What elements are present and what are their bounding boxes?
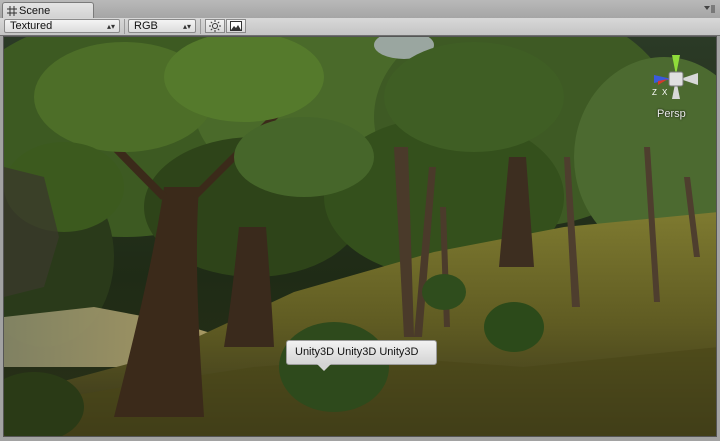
color-mode-value: RGB <box>134 20 158 32</box>
scene-overlay-toggle[interactable] <box>226 19 246 33</box>
object-label-tooltip: Unity3D Unity3D Unity3D <box>286 340 437 371</box>
tab-label: Scene <box>19 4 51 17</box>
tab-bar: Scene <box>0 0 720 19</box>
tooltip-text: Unity3D Unity3D Unity3D <box>295 346 419 358</box>
color-mode-dropdown[interactable]: RGB ▴▾ <box>128 19 196 33</box>
window-menu-icon[interactable] <box>702 3 716 15</box>
render-mode-value: Textured <box>10 20 53 32</box>
toolbar-separator <box>200 19 201 34</box>
axis-gizmo-icon: Z X <box>652 55 698 99</box>
axis-label-x: X <box>662 88 668 97</box>
tooltip-tail <box>317 364 331 371</box>
tab-scene[interactable]: Scene <box>2 2 94 18</box>
dropdown-arrows-icon: ▴▾ <box>182 22 191 31</box>
image-icon <box>230 21 242 31</box>
sun-icon <box>209 20 221 32</box>
scene-grid-icon <box>7 5 17 16</box>
projection-label[interactable]: Persp <box>657 108 686 120</box>
scene-viewport[interactable]: Z X Persp Unity3D Unity3D Unity3D <box>3 36 717 437</box>
orientation-gizmo[interactable]: Z X Persp <box>650 51 700 121</box>
dropdown-arrows-icon: ▴▾ <box>106 22 115 31</box>
axis-label-z: Z <box>652 88 657 97</box>
forest-scene <box>4 37 716 436</box>
render-mode-dropdown[interactable]: Textured ▴▾ <box>4 19 120 33</box>
toolbar-separator <box>124 19 125 34</box>
scene-window: Scene Textured ▴▾ RGB ▴▾ Z X Persp Unity… <box>0 0 720 441</box>
scene-lighting-toggle[interactable] <box>205 19 225 33</box>
scene-toolbar: Textured ▴▾ RGB ▴▾ <box>0 18 720 36</box>
